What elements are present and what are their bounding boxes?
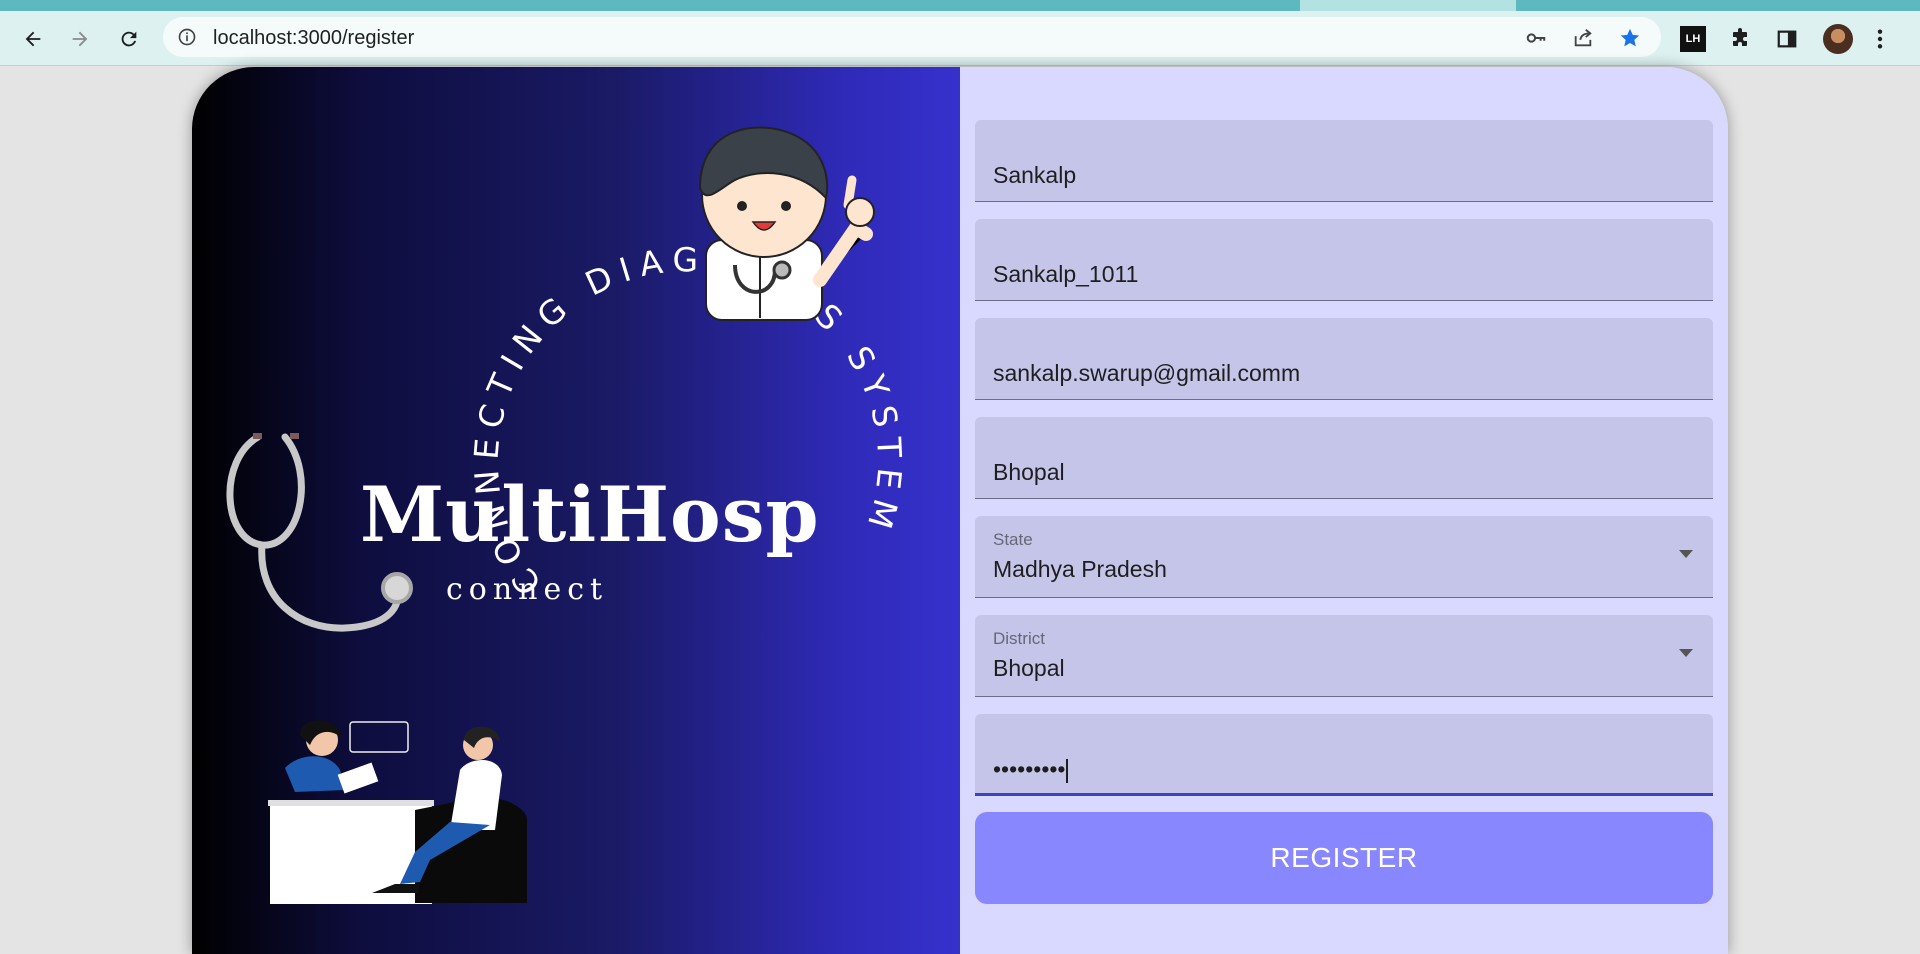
chevron-down-icon[interactable] xyxy=(1679,649,1693,657)
share-icon[interactable] xyxy=(1572,27,1594,49)
browser-menu-icon[interactable] xyxy=(1876,25,1884,53)
profile-avatar[interactable] xyxy=(1823,24,1853,54)
lighthouse-extension-icon[interactable]: LH xyxy=(1680,25,1706,53)
username-field[interactable]: Sankalp_1011 xyxy=(975,219,1713,301)
name-value: Sankalp xyxy=(993,162,1077,188)
brand-subtitle: connect xyxy=(446,572,609,607)
consultation-illustration-icon xyxy=(268,720,527,904)
state-select[interactable]: State Madhya Pradesh xyxy=(975,516,1713,598)
brand-title: MultiHosp xyxy=(360,470,820,559)
key-icon[interactable] xyxy=(1525,27,1547,49)
district-select[interactable]: District Bhopal xyxy=(975,615,1713,697)
extension-badge: LH xyxy=(1680,26,1706,52)
state-label: State xyxy=(993,530,1033,549)
city-value: Bhopal xyxy=(993,459,1065,485)
doctor-cartoon-icon xyxy=(698,126,875,321)
tab-group[interactable] xyxy=(1516,0,1920,11)
avatar xyxy=(1823,24,1853,54)
extensions-puzzle-icon[interactable] xyxy=(1728,25,1752,53)
district-value: Bhopal xyxy=(993,655,1065,681)
password-mask: ••••••••• xyxy=(993,756,1066,782)
chevron-down-icon[interactable] xyxy=(1679,550,1693,558)
text-cursor xyxy=(1066,758,1069,783)
email-field[interactable]: sankalp.swarup@gmail.comm xyxy=(975,318,1713,400)
city-field[interactable]: Bhopal xyxy=(975,417,1713,499)
password-field[interactable]: ••••••••• xyxy=(975,714,1713,796)
username-value: Sankalp_1011 xyxy=(993,261,1139,287)
district-label: District xyxy=(993,629,1045,648)
password-value: ••••••••• xyxy=(993,756,1069,783)
state-value: Madhya Pradesh xyxy=(993,556,1167,582)
bookmark-star-icon[interactable] xyxy=(1619,27,1641,49)
register-button[interactable]: REGISTER xyxy=(975,812,1713,904)
email-value: sankalp.swarup@gmail.comm xyxy=(993,360,1301,386)
side-panel-icon[interactable] xyxy=(1776,25,1798,53)
name-field[interactable]: Sankalp xyxy=(975,120,1713,202)
